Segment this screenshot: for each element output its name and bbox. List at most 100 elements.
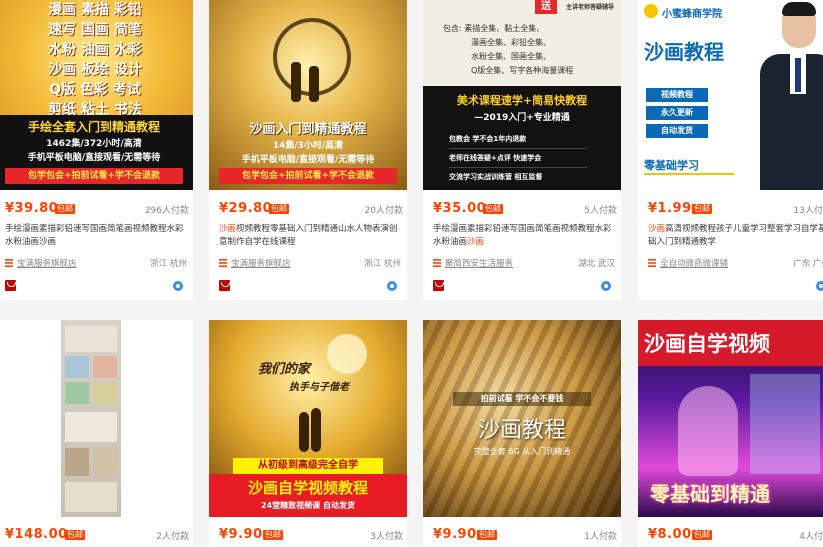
image-text: 主讲老师答疑辅导	[565, 4, 614, 11]
shop-row: 宝满服务旗舰店 浙江 杭州	[5, 257, 187, 269]
image-text: 老师在线答疑+点评 快速学会	[449, 149, 587, 168]
image-text: 漫画全集、彩铅全集、	[471, 38, 551, 47]
price: ¥39.80	[5, 201, 59, 216]
product-card[interactable]: 漫画 素描 彩铅 速写 国画 简笔 水粉 油画 水彩 沙画 板绘 设计 Q版 色…	[0, 0, 193, 300]
product-card[interactable]: 送 主讲老师答疑辅导 包含: 素描全集、黏土全集、 漫画全集、彩铅全集、 水粉全…	[423, 0, 621, 300]
shop-row: 宝满服务旗舰店 浙江 杭州	[219, 257, 401, 269]
image-text: 我们的家	[257, 362, 310, 377]
image-text: 交流学习实战训练营 相互监督	[449, 173, 543, 181]
tmall-icon	[219, 280, 230, 291]
buyer-count: 20人付款	[364, 206, 403, 216]
buyer-count: 296人付款	[144, 206, 189, 216]
wangwang-chat-icon[interactable]	[816, 281, 823, 291]
product-card[interactable]: 我们的家 执手与子偕老 从初级到高级完全自学 沙画自学视频教程 24堂精致视频课…	[209, 320, 407, 547]
wangwang-chat-icon[interactable]	[387, 281, 397, 291]
image-text: 零基础到精通	[650, 482, 770, 506]
image-text: 包学包会+拍前试看+学不会退款	[5, 168, 183, 184]
image-text: —2019入门+专业精通	[474, 113, 570, 123]
product-image[interactable]: 拍前试看 学不会不要钱 沙画教程 完整全套 6G 从入门到精通	[423, 320, 621, 517]
tmall-icon	[433, 280, 444, 291]
buyer-count: 5人付款	[584, 206, 617, 216]
image-text: 手机平板电脑/直接观看/无需等待	[241, 155, 375, 165]
product-card[interactable]: ¥148.00 包邮 2人付款	[0, 320, 193, 547]
price: ¥148.00	[5, 527, 68, 542]
image-text: 从初级到高级完全自学	[233, 458, 383, 474]
free-shipping-badge: 包邮	[692, 204, 712, 214]
shop-row: 全自动微商微课铺 广东 广州	[648, 257, 823, 269]
image-text: 美术课程速学+简易快教程	[456, 94, 588, 107]
image-text: 送	[535, 0, 557, 14]
product-title[interactable]: 沙画高清视频教程孩子儿童学习整套学习自学基础入门到精通教学	[648, 223, 823, 249]
image-text: 永久更新	[646, 106, 708, 120]
image-text: 沙画自学视频教程	[247, 479, 368, 497]
image-text: 速写 国画 简笔	[48, 22, 142, 38]
image-text: Q版全集、写字各种海量课程	[471, 66, 574, 75]
presenter-photo	[760, 0, 823, 190]
buyer-count: 13人付款	[793, 206, 823, 216]
image-text: 沙画自学视频	[644, 332, 770, 356]
image-text: 视频教程	[646, 88, 708, 102]
image-text: 包教会 学不会1年内退款	[449, 130, 587, 149]
image-text: 14集/3小时/高清	[272, 141, 344, 151]
image-text: 拍前试看 学不会不要钱	[453, 392, 591, 406]
buyer-count: 1人付款	[584, 532, 617, 542]
product-title[interactable]: 手绘漫画素描彩铅速写国画简笔画视频教程水彩水粉油画沙画	[5, 223, 187, 249]
product-card[interactable]: 沙画自学视频 零基础到精通 ¥8.00 包邮 4人付款	[638, 320, 823, 547]
image-text: 执手与子偕老	[289, 382, 349, 393]
image-text: 包学包会+拍前试看+学不会退款	[219, 168, 397, 184]
price-row: ¥9.90 包邮 1人付款	[433, 527, 617, 543]
shop-name[interactable]: 宝满服务旗舰店	[231, 257, 291, 269]
image-text: 包含: 素描全集、黏土全集、	[443, 24, 545, 33]
image-text: 自动发货	[646, 124, 708, 138]
product-image[interactable]: 沙画自学视频 零基础到精通	[638, 320, 823, 517]
buyer-count: 3人付款	[370, 532, 403, 542]
image-text: 手机平板电脑/直接观看/无需等待	[27, 153, 161, 163]
price-row: ¥39.80 包邮 296人付款	[5, 201, 189, 217]
image-text: 小蜜蜂商学院	[662, 9, 722, 20]
shop-icon	[5, 259, 13, 267]
price-row: ¥1.99 包邮 13人付款	[648, 201, 823, 217]
shop-name[interactable]: 宝满服务旗舰店	[17, 257, 77, 269]
image-text: 水粉全集、国画全集、	[471, 52, 551, 61]
price: ¥1.99	[648, 201, 692, 216]
product-image[interactable]: 送 主讲老师答疑辅导 包含: 素描全集、黏土全集、 漫画全集、彩铅全集、 水粉全…	[423, 0, 621, 190]
free-shipping-badge: 包邮	[477, 530, 497, 540]
image-text: 零基础学习	[644, 157, 734, 175]
shop-name[interactable]: 全自动微商微课铺	[660, 257, 728, 269]
product-image[interactable]: 小蜜蜂商学院 沙画教程 视频教程 永久更新 自动发货 零基础学习	[638, 0, 823, 190]
product-card[interactable]: 沙画入门到精通教程 14集/3小时/高清 手机平板电脑/直接观看/无需等待 包学…	[209, 0, 407, 300]
product-image[interactable]	[0, 320, 193, 517]
price-row: ¥29.80 包邮 20人付款	[219, 201, 403, 217]
shop-name[interactable]: 聚简西安生活服务	[445, 257, 513, 269]
wangwang-chat-icon[interactable]	[173, 281, 183, 291]
price-row: ¥8.00 包邮 4人付款	[648, 527, 823, 543]
price-row: ¥148.00 包邮 2人付款	[5, 527, 189, 543]
price: ¥29.80	[219, 201, 273, 216]
product-title[interactable]: 手绘漫画素描彩铅速写国画简笔画视频教程水彩水粉油画沙画	[433, 223, 615, 249]
price: ¥9.90	[219, 527, 263, 542]
free-shipping-badge: 包邮	[65, 530, 85, 540]
product-image[interactable]: 我们的家 执手与子偕老 从初级到高级完全自学 沙画自学视频教程 24堂精致视频课…	[209, 320, 407, 517]
shop-icon	[219, 259, 227, 267]
price: ¥8.00	[648, 527, 692, 542]
image-text: 24堂精致视频课 自动发货	[261, 501, 355, 510]
wangwang-chat-icon[interactable]	[601, 281, 611, 291]
image-text: 沙画教程	[477, 418, 566, 443]
image-text: Q版 色彩 考试	[49, 82, 141, 98]
product-card[interactable]: 小蜜蜂商学院 沙画教程 视频教程 永久更新 自动发货 零基础学习 ¥1.99 包…	[638, 0, 823, 300]
product-title[interactable]: 沙画视频教程零基础入门到精通山水人物表演创意制作自学在线课程	[219, 223, 401, 249]
product-card[interactable]: 拍前试看 学不会不要钱 沙画教程 完整全套 6G 从入门到精通 ¥9.90 包邮…	[423, 320, 621, 547]
image-text: 沙画入门到精通教程	[249, 122, 367, 137]
image-text: 漫画 素描 彩铅	[48, 2, 142, 18]
image-text: 1462集/372小时/高清	[46, 139, 142, 149]
location: 浙江 杭州	[364, 259, 401, 269]
price: ¥35.00	[433, 201, 487, 216]
product-image[interactable]: 沙画入门到精通教程 14集/3小时/高清 手机平板电脑/直接观看/无需等待 包学…	[209, 0, 407, 190]
product-image[interactable]: 漫画 素描 彩铅 速写 国画 简笔 水粉 油画 水彩 沙画 板绘 设计 Q版 色…	[0, 0, 193, 190]
image-text: 完整全套 6G 从入门到精通	[473, 447, 571, 456]
buyer-count: 2人付款	[156, 532, 189, 542]
free-shipping-badge: 包邮	[692, 530, 712, 540]
price: ¥9.90	[433, 527, 477, 542]
free-shipping-badge: 包邮	[483, 204, 503, 214]
shop-icon	[648, 259, 656, 267]
